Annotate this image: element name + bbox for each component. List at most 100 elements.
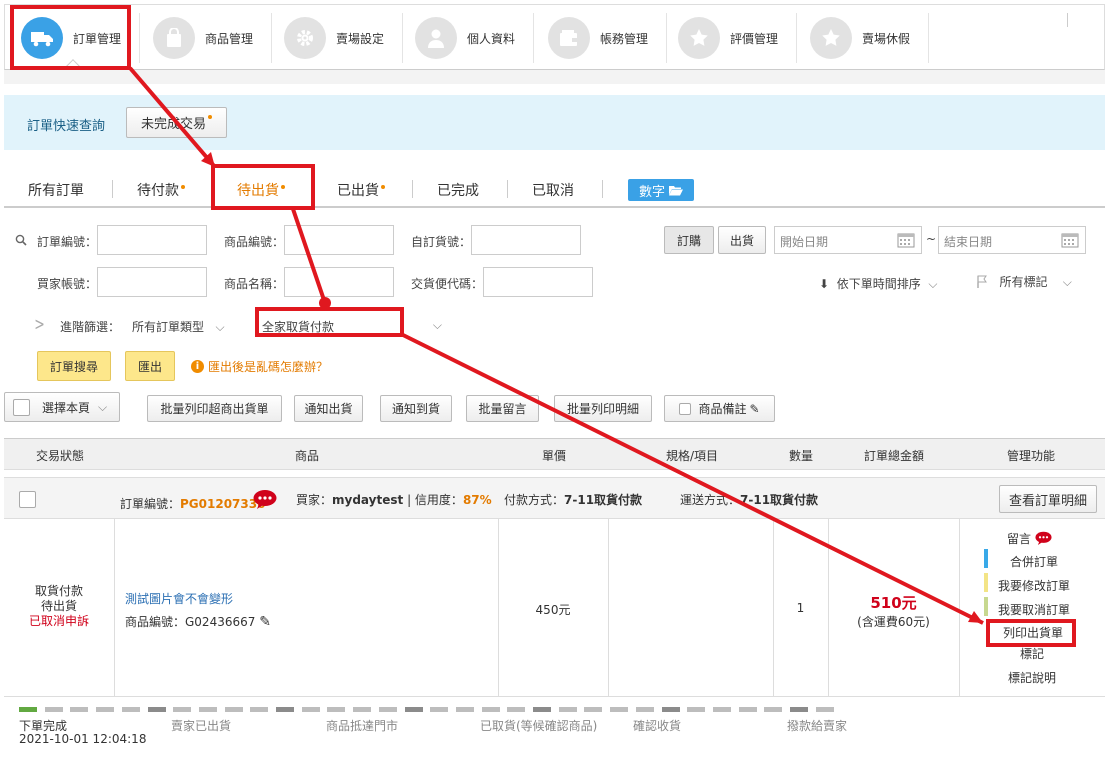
product-code: 商品編號：G02436667 ✎︎ xyxy=(125,613,271,630)
tab-label: 已出貨 xyxy=(337,183,379,199)
notification-dot xyxy=(381,185,385,189)
product-note-toggle[interactable]: 商品備註 ✎︎ xyxy=(664,395,775,422)
mark-action[interactable]: 標記 xyxy=(1020,645,1044,662)
progress-segment xyxy=(378,707,397,712)
calendar-icon xyxy=(897,233,915,248)
product-note-checkbox[interactable] xyxy=(679,402,692,415)
progress-segment xyxy=(738,707,757,712)
start-date-input[interactable]: 開始日期 xyxy=(774,226,922,254)
nav-item-store-settings[interactable]: 賣場設定 xyxy=(284,13,404,63)
merge-order-action[interactable]: 合併訂單 xyxy=(1010,553,1058,570)
progress-segment xyxy=(404,707,423,712)
end-date-placeholder: 結束日期 xyxy=(944,235,993,249)
notify-shipped-button[interactable]: 通知出貨 xyxy=(294,395,363,422)
nav-item-orders[interactable]: 訂單管理 xyxy=(21,13,141,63)
order-progress: 下單完成 賣家已出貨 商品抵達門市 已取貨(等候確認商品) 確認收貨 撥款給賣家… xyxy=(4,697,1105,755)
progress-segment xyxy=(481,707,500,712)
bulk-print-cvs-slip-button[interactable]: 批量列印超商出貨單 xyxy=(147,395,282,422)
order-total: 510元 (含運費60元) xyxy=(828,592,959,630)
nav-item-accounts[interactable]: 帳務管理 xyxy=(548,13,668,63)
tab-pending-shipment[interactable]: 待出貨 xyxy=(237,180,285,200)
nav-item-store-vacation[interactable]: 賣場休假 xyxy=(810,13,930,63)
chevron-right-icon[interactable]: > xyxy=(34,314,45,335)
nav-item-profile[interactable]: 個人資料 xyxy=(415,13,535,63)
tab-completed[interactable]: 已完成 xyxy=(437,180,479,200)
view-order-detail-button[interactable]: 查看訂單明細 xyxy=(999,485,1097,513)
export-help-link[interactable]: i 匯出後是亂碼怎麼辦？ xyxy=(191,358,328,375)
order-no-input[interactable] xyxy=(97,225,207,255)
tab-cancelled[interactable]: 已取消 xyxy=(532,180,574,200)
chevron-down-icon: ⌵ xyxy=(432,318,442,332)
print-shipping-slip-action[interactable]: 列印出貨單 xyxy=(1003,624,1063,641)
nav-label: 訂單管理 xyxy=(73,31,122,46)
tab-label: 待付款 xyxy=(137,183,179,199)
order-select-checkbox[interactable] xyxy=(19,491,36,508)
star-icon xyxy=(810,17,852,59)
mark-help-action[interactable]: 標記說明 xyxy=(1008,669,1056,686)
search-icon xyxy=(15,234,27,246)
message-action[interactable]: 留言 xyxy=(1007,530,1052,547)
incomplete-transactions-button[interactable]: 未完成交易 xyxy=(126,107,227,138)
cancel-order-action[interactable]: 我要取消訂單 xyxy=(998,601,1070,618)
order-type-select[interactable]: 所有訂單類型 ⌵ xyxy=(132,318,225,335)
nav-label: 個人資料 xyxy=(467,31,516,46)
credit-value: 87% xyxy=(462,493,492,507)
progress-segment xyxy=(19,707,37,712)
select-page-label: 選擇本頁 xyxy=(42,400,91,415)
select-page-checkbox[interactable] xyxy=(13,398,30,416)
end-date-input[interactable]: 結束日期 xyxy=(938,226,1086,254)
payment-method: 付款方式：7-11取貨付款 xyxy=(504,491,642,508)
product-name-link[interactable]: 測試圖片會不會變形 xyxy=(125,590,233,607)
tab-pending-payment[interactable]: 待付款 xyxy=(137,180,185,200)
order-total-value: 510元 xyxy=(870,594,917,612)
progress-step: 確認收貨 xyxy=(633,719,682,733)
product-name-input[interactable] xyxy=(284,267,394,297)
unit-price: 450元 xyxy=(535,603,571,617)
user-icon xyxy=(415,17,457,59)
sort-select[interactable]: ⬇︎ 依下單時間排序 ⌵ xyxy=(819,275,937,292)
progress-segment xyxy=(44,707,63,712)
date-type-order-button[interactable]: 訂購 xyxy=(664,226,714,254)
header-status: 交易狀態 xyxy=(36,449,85,463)
bulk-print-detail-button[interactable]: 批量列印明細 xyxy=(554,395,652,422)
status-alert: 已取消申訴 xyxy=(28,614,89,628)
payment-type-select[interactable]: 全家取貨付款 ⌵ xyxy=(262,318,442,335)
export-button[interactable]: 匯出 xyxy=(125,351,175,381)
custom-no-input[interactable] xyxy=(471,225,581,255)
bulk-message-button[interactable]: 批量留言 xyxy=(466,395,539,422)
mark-select[interactable]: 所有標記 ⌵ xyxy=(976,273,1072,290)
nav-item-ratings[interactable]: 評價管理 xyxy=(678,13,798,63)
edit-icon[interactable]: ✎︎ xyxy=(259,614,271,630)
date-type-ship-button[interactable]: 出貨 xyxy=(718,226,766,254)
message-action-label: 留言 xyxy=(1007,532,1032,546)
notification-dot xyxy=(181,185,185,189)
column-divider xyxy=(959,519,960,697)
notify-arrived-button[interactable]: 通知到貨 xyxy=(380,395,452,422)
select-page-dropdown[interactable]: 選擇本頁 ⌵ xyxy=(4,392,120,422)
number-toggle-button[interactable]: 數字 xyxy=(628,179,694,201)
edit-order-action[interactable]: 我要修改訂單 xyxy=(998,577,1070,594)
nav-item-products[interactable]: 商品管理 xyxy=(153,13,273,63)
progress-segment xyxy=(353,707,372,712)
chat-bubble-icon[interactable] xyxy=(253,489,277,509)
cvs-code-input[interactable] xyxy=(483,267,593,297)
chevron-down-icon: ⌵ xyxy=(98,399,108,414)
tab-shipped[interactable]: 已出貨 xyxy=(337,180,385,200)
arrow-head xyxy=(201,152,215,167)
header-total: 訂單總金額 xyxy=(864,449,925,463)
product-no-input[interactable] xyxy=(284,225,394,255)
buyer-label: 買家： xyxy=(296,493,333,507)
chevron-down-icon: ⌵ xyxy=(215,320,225,334)
advanced-filter-label: 進階篩選： xyxy=(60,320,121,334)
order-search-button[interactable]: 訂單搜尋 xyxy=(37,351,111,381)
tab-label: 待出貨 xyxy=(237,183,279,199)
column-divider xyxy=(608,519,609,697)
tab-all-orders[interactable]: 所有訂單 xyxy=(28,180,84,200)
order-number[interactable]: 訂單編號：PG01207336 xyxy=(120,495,265,512)
sort-label: 依下單時間排序 xyxy=(836,277,921,291)
buyer-account-input[interactable] xyxy=(97,267,207,297)
header-manage: 管理功能 xyxy=(1007,449,1056,463)
status-line: 取貨付款 xyxy=(34,584,83,598)
orders-table-header: 交易狀態 商品 單價 規格/項目 數量 訂單總金額 管理功能 xyxy=(4,438,1105,470)
edit-icon: ✎︎ xyxy=(749,401,760,416)
